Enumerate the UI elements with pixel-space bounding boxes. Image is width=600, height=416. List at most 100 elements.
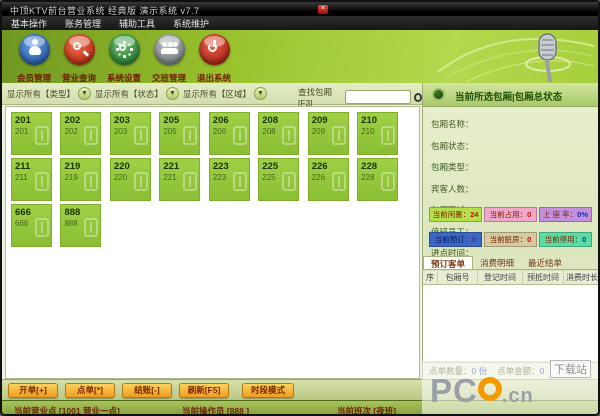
door-icon (233, 126, 247, 145)
table-body[interactable] (423, 285, 600, 361)
room-number: 219 (64, 161, 80, 172)
exit-system-button[interactable]: 退出系统 (192, 34, 236, 84)
door-icon (134, 126, 148, 145)
close-button[interactable]: × (318, 5, 328, 14)
chevron-down-icon[interactable]: ▼ (254, 87, 267, 100)
room-code: 201 (15, 127, 28, 136)
checkout-button[interactable]: 结账[-] (122, 383, 172, 398)
chevron-down-icon[interactable]: ▼ (166, 87, 179, 100)
room-search: 查找包厢[F3] (298, 86, 422, 108)
door-icon (233, 172, 247, 191)
door-icon (332, 126, 346, 145)
door-icon (381, 172, 395, 191)
filter-type[interactable]: 显示所有【类型】 ▼ (7, 87, 91, 100)
room-tile[interactable]: 226 226 (308, 158, 349, 201)
room-code: 666 (15, 219, 28, 228)
room-tile[interactable]: 205 205 (159, 112, 200, 155)
col-duration: 消费时长 (564, 271, 600, 284)
panel-tabs: 预订客单 消费明细 最近结单 (423, 256, 600, 270)
room-tile[interactable]: 203 203 (110, 112, 151, 155)
system-settings-button[interactable]: 系统设置 (102, 34, 146, 84)
door-icon (35, 126, 49, 145)
col-seq: 序 (423, 271, 438, 284)
menu-item-tools[interactable]: 辅助工具 (110, 17, 164, 30)
order-button[interactable]: 点单[*] (65, 383, 115, 398)
door-icon (282, 126, 296, 145)
room-number: 225 (262, 161, 278, 172)
room-tile[interactable]: 211 211 (11, 158, 52, 201)
chevron-down-icon[interactable]: ▼ (78, 87, 91, 100)
action-bar: 开单[+] 点单[*] 结账[-] 刷新[F5] 时段模式 (2, 379, 598, 400)
door-icon (84, 172, 98, 191)
order-summary: 点单数量：0 份 点单金额：0 (423, 362, 600, 379)
room-tile[interactable]: 201 201 (11, 112, 52, 155)
room-tile[interactable]: 221 221 (159, 158, 200, 201)
tab-consumption-detail[interactable]: 消费明细 (473, 256, 521, 269)
gear-icon (109, 34, 140, 65)
business-query-button[interactable]: 营业查询 (57, 34, 101, 84)
room-code: 888 (64, 219, 77, 228)
tab-recent-bills[interactable]: 最近结单 (521, 256, 569, 269)
badge-occupancy-rate: 上 座 率：0% (539, 207, 592, 222)
filter-state[interactable]: 显示所有【状态】 ▼ (95, 87, 179, 100)
col-register-time: 登记时间 (478, 271, 523, 284)
room-number: 220 (114, 161, 130, 172)
room-number: 209 (312, 115, 328, 126)
room-number: 221 (163, 161, 179, 172)
room-tile[interactable]: 210 210 (357, 112, 398, 155)
status-business-point: 当前营业点 [1001 营业一点] (14, 405, 120, 416)
field-label: 包厢类型： (431, 162, 474, 172)
filter-type-label: 显示所有【类型】 (7, 88, 75, 100)
room-tile[interactable]: 888 888 (60, 204, 101, 247)
room-tile[interactable]: 223 223 (209, 158, 250, 201)
room-number: 208 (262, 115, 278, 126)
titlebar: 中顶KTV前台营业系统 经典版 演示系统 v7.7 × (2, 2, 598, 16)
door-icon (282, 172, 296, 191)
search-icon[interactable] (414, 93, 422, 102)
member-manage-button[interactable]: 会员管理 (12, 34, 56, 84)
field-label: 包厢状态： (431, 141, 474, 151)
room-tile[interactable]: 202 202 (60, 112, 101, 155)
room-number: 223 (213, 161, 229, 172)
room-number: 211 (15, 161, 30, 172)
door-icon (134, 172, 148, 191)
room-code: 211 (15, 173, 28, 182)
shift-manage-button[interactable]: 交班管理 (147, 34, 191, 84)
filter-area-label: 显示所有【区域】 (183, 88, 251, 100)
member-icon (19, 34, 50, 65)
door-icon (183, 126, 197, 145)
panel-header: 当前所选包厢|包厢总状态 (423, 83, 600, 107)
menu-item-accounting[interactable]: 账务管理 (56, 17, 110, 30)
room-tile[interactable]: 220 220 (110, 158, 151, 201)
time-mode-button[interactable]: 时段模式 (242, 383, 294, 398)
menu-item-basic-ops[interactable]: 基本操作 (2, 17, 56, 30)
room-tile[interactable]: 666 666 (11, 204, 52, 247)
room-number: 228 (361, 161, 377, 172)
tab-reserved-orders[interactable]: 预订客单 (423, 256, 473, 269)
room-tile[interactable]: 219 219 (60, 158, 101, 201)
room-info-field: 宾客人数： (431, 183, 512, 195)
room-tile[interactable]: 225 225 (258, 158, 299, 201)
open-bill-button[interactable]: 开单[+] (8, 383, 58, 398)
menu-item-maintenance[interactable]: 系统维护 (164, 17, 218, 30)
room-grid: 201 201 202 202 203 203 205 205 (5, 106, 420, 379)
room-info-field: 包厢状态： (431, 140, 512, 152)
room-code: 226 (312, 173, 325, 182)
room-code: 202 (64, 127, 77, 136)
filter-area[interactable]: 显示所有【区域】 ▼ (183, 87, 267, 100)
room-tile[interactable]: 206 206 (209, 112, 250, 155)
room-number: 202 (64, 115, 80, 126)
room-tile[interactable]: 209 209 (308, 112, 349, 155)
room-code: 223 (213, 173, 226, 182)
order-amount: 点单金额：0 (497, 363, 544, 379)
room-search-input[interactable] (345, 90, 411, 104)
refresh-button[interactable]: 刷新[F5] (179, 383, 229, 398)
room-tile[interactable]: 208 208 (258, 112, 299, 155)
col-expected-time: 预抵时间 (523, 271, 564, 284)
field-label: 包厢名称： (431, 119, 474, 129)
search-icon (64, 34, 95, 65)
room-code: 206 (213, 127, 226, 136)
room-code: 210 (361, 127, 374, 136)
room-tile[interactable]: 228 228 (357, 158, 398, 201)
status-dot-icon (432, 88, 445, 101)
